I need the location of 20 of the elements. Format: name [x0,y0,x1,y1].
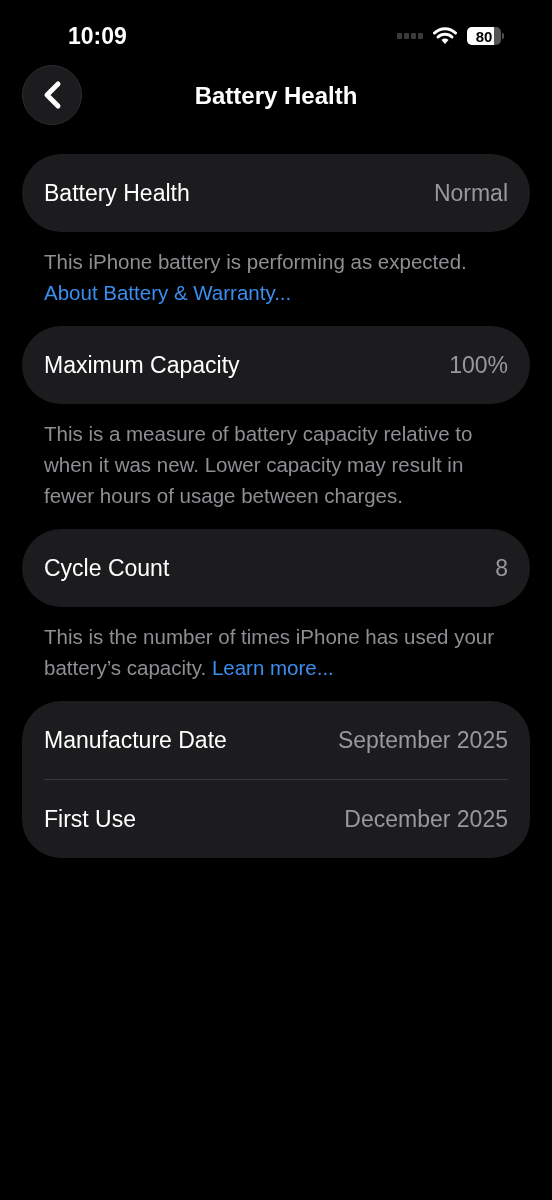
status-time: 10:09 [68,22,127,50]
battery-icon: 80 [467,27,504,45]
row-label: Manufacture Date [44,726,227,754]
row-label: First Use [44,805,136,833]
page-title: Battery Health [194,82,358,110]
learn-more-link[interactable]: Learn more... [211,656,334,679]
footer-text: This is a measure of battery capacity relative to when it was new. Lower capacity may result in fewer hours of usage between charges. [44,421,474,509]
row-value: September 2025 [337,726,508,754]
wifi-icon [433,27,457,45]
cellular-signal-icon [397,33,423,39]
row-value: Normal [433,179,508,207]
footer-link[interactable]: About Battery & Warranty... [44,277,292,308]
row-value: December 2025 [344,805,508,833]
row-label: Maximum Capacity [44,351,240,379]
row-label: Battery Health [44,179,190,207]
footer-text: This iPhone battery is performing as expected. [44,249,468,275]
footer-text: This is the number of times iPhone has used your battery’s capacity. Learn more... [44,624,496,681]
row-value: 100% [449,351,508,379]
row-label: Cycle Count [44,554,170,582]
row-value: 8 [495,554,508,582]
